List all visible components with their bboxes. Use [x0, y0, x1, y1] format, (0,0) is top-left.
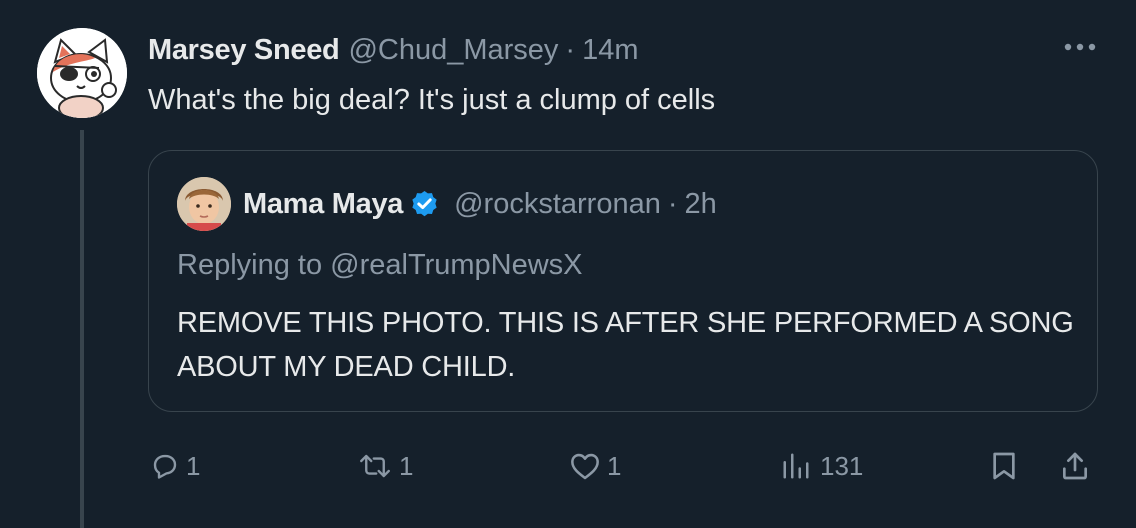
bookmark-button[interactable]: [990, 444, 1018, 488]
marsey-cat-avatar-icon: [37, 28, 127, 118]
tweet: Marsey Sneed @Chud_Marsey · 14m What's t…: [0, 0, 1136, 528]
avatar[interactable]: [37, 28, 127, 118]
like-button[interactable]: 1: [569, 444, 621, 488]
quoted-user-handle[interactable]: @rockstarronan: [454, 188, 661, 221]
timestamp[interactable]: 14m: [582, 34, 638, 67]
like-count: 1: [607, 450, 622, 481]
separator-dot: ·: [565, 33, 576, 66]
quoted-tweet[interactable]: Mama Maya @rockstarronan · 2h Replying t…: [148, 150, 1098, 412]
repost-count: 1: [399, 450, 414, 481]
reply-icon: [153, 454, 177, 479]
quoted-header: Mama Maya @rockstarronan · 2h: [243, 182, 717, 226]
heart-icon: [571, 453, 599, 480]
analytics-icon: [783, 453, 809, 479]
share-button[interactable]: [1060, 444, 1090, 488]
quoted-timestamp[interactable]: 2h: [685, 188, 717, 221]
verified-badge-icon: [409, 189, 440, 220]
quoted-display-name[interactable]: Mama Maya: [243, 188, 403, 221]
more-horizontal-icon: [1064, 43, 1096, 51]
quoted-tweet-text: REMOVE THIS PHOTO. THIS IS AFTER SHE PER…: [177, 307, 1074, 383]
reply-button[interactable]: 1: [150, 444, 200, 488]
replying-to-text: Replying to @realTrumpNewsX: [177, 249, 583, 281]
views-button[interactable]: 131: [778, 444, 863, 488]
repost-icon: [360, 454, 390, 478]
tweet-header: Marsey Sneed @Chud_Marsey · 14m: [148, 28, 639, 72]
user-handle[interactable]: @Chud_Marsey: [348, 34, 558, 67]
repost-button[interactable]: 1: [357, 444, 413, 488]
reply-count: 1: [186, 450, 201, 481]
more-options-button[interactable]: [1058, 30, 1102, 64]
action-bar: 1 1 1 131: [0, 444, 1136, 488]
share-icon: [1063, 452, 1087, 480]
tweet-text: What's the big deal? It's just a clump o…: [148, 84, 716, 116]
quoted-separator-dot: ·: [667, 187, 678, 220]
display-name[interactable]: Marsey Sneed: [148, 34, 340, 67]
view-count: 131: [820, 450, 864, 481]
child-portrait-avatar-icon: [177, 177, 231, 231]
quoted-avatar[interactable]: [177, 177, 231, 231]
bookmark-icon: [993, 452, 1015, 480]
